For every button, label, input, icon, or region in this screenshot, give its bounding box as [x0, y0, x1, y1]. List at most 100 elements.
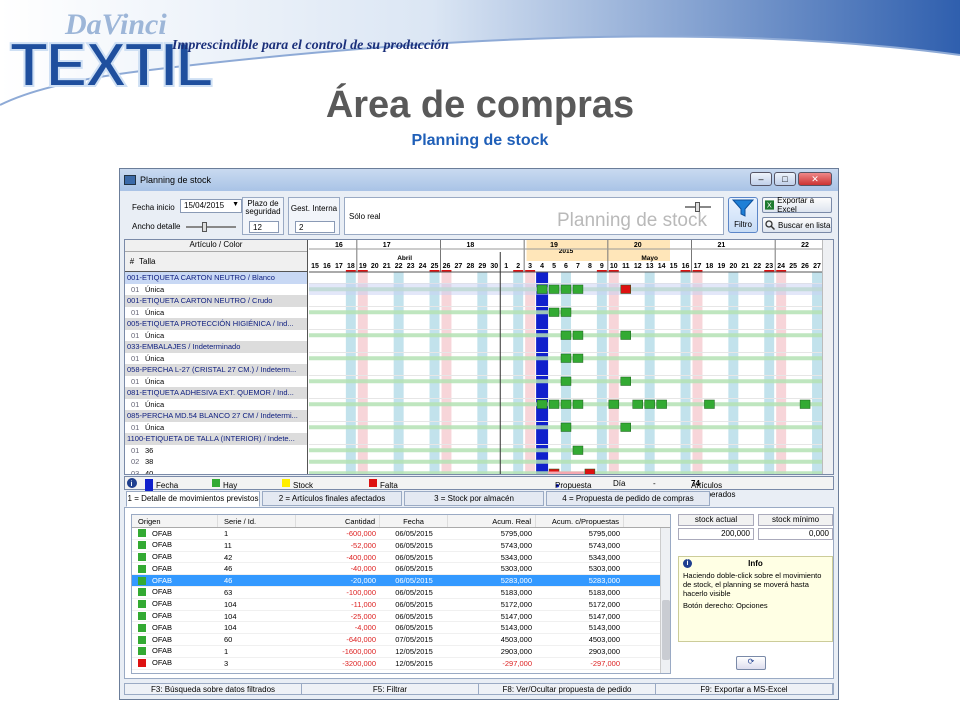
- movimiento-row[interactable]: OFAB 46 -20,000 06/05/2015 5283,000 5283,000: [132, 575, 670, 587]
- hay-stock-marker: [560, 376, 572, 386]
- week-label: 19: [550, 242, 558, 249]
- talla-row[interactable]: 01 Única: [125, 422, 307, 434]
- planning-chart[interactable]: 16 17 18 19 20 21 222015Abril Mayo15 16 17 18 19 20 2…: [309, 240, 823, 475]
- toolbar: Fecha inicio 15/04/2015 ▼ Ancho detalle P…: [124, 195, 834, 237]
- movimiento-row[interactable]: OFAB 1 -1600,000 12/05/2015 2903,000 2903,000: [132, 646, 670, 658]
- legend-fecha-actual: Fecha actual: [145, 479, 178, 499]
- minimize-button[interactable]: –: [750, 172, 772, 186]
- talla-row[interactable]: 01 Única: [125, 330, 307, 342]
- fkey-f3[interactable]: F3: Búsqueda sobre datos filtrados: [125, 684, 302, 694]
- article-row[interactable]: 001-ETIQUETA CARTON NEUTRO / Crudo: [125, 295, 307, 307]
- month-label: Mayo: [641, 255, 658, 262]
- hay-stock-marker: [548, 307, 560, 317]
- day-label: 27: [813, 263, 821, 270]
- day-label: 7: [576, 263, 580, 270]
- hay-stock-marker: [704, 399, 715, 409]
- fkey-f9[interactable]: F9: Exportar a MS-Excel: [656, 684, 833, 694]
- gest-interna-stepper[interactable]: 2: [295, 221, 335, 233]
- maximize-button[interactable]: □: [774, 172, 796, 186]
- origen-status-swatch: [138, 647, 146, 656]
- origen-status-swatch: [138, 552, 146, 561]
- day-label: 5: [552, 263, 556, 270]
- info-text: Haciendo doble-click sobre el movimiento…: [683, 571, 822, 598]
- day-label: 18: [706, 263, 714, 270]
- hay-stock-marker: [560, 284, 572, 294]
- movimiento-row[interactable]: OFAB 42 -400,000 06/05/2015 5343,000 5343,000: [132, 552, 670, 564]
- article-row[interactable]: 058-PERCHA L-27 (CRISTAL 27 CM.) / Indet…: [125, 364, 307, 376]
- article-row[interactable]: 081-ETIQUETA ADHESIVA EXT. QUEMOR / Ind.…: [125, 387, 307, 399]
- plazo-stepper[interactable]: 12: [249, 221, 279, 233]
- tab-detalle-movimientos[interactable]: 1 = Detalle de movimientos previstos: [126, 491, 260, 507]
- grid-scrollbar[interactable]: [822, 240, 833, 474]
- talla-row[interactable]: 01 Única: [125, 399, 307, 411]
- zoom-slider[interactable]: [685, 202, 711, 212]
- article-row[interactable]: 085-PERCHA MD.54 BLANCO 27 CM / Indeterm…: [125, 410, 307, 422]
- article-row[interactable]: 1100-ETIQUETA DE TALLA (INTERIOR) / Inde…: [125, 433, 307, 445]
- refresh-button[interactable]: ⟳: [736, 656, 766, 670]
- exportar-excel-button[interactable]: X Exportar a Excel: [762, 196, 832, 214]
- movimiento-row[interactable]: OFAB 11 -52,000 06/05/2015 5743,000 5743,000: [132, 540, 670, 552]
- day-label: 20: [371, 263, 379, 270]
- movimiento-row[interactable]: OFAB 46 -40,000 06/05/2015 5303,000 5303,000: [132, 563, 670, 576]
- day-label: 25: [789, 263, 797, 270]
- day-label: 13: [646, 263, 654, 270]
- day-label: 8: [588, 263, 592, 270]
- fkey-f8[interactable]: F8: Ver/Ocultar propuesta de pedido: [479, 684, 656, 694]
- movimiento-row[interactable]: OFAB 1 -600,000 06/05/2015 5795,000 5795,000: [132, 528, 670, 540]
- info-icon: i: [127, 478, 137, 490]
- hay-stock-marker: [608, 399, 620, 409]
- talla-row[interactable]: 01 Única: [125, 376, 307, 388]
- day-label: 25: [431, 263, 439, 270]
- tab-stock-almacen[interactable]: 3 = Stock por almacén: [404, 491, 544, 506]
- page-subtitle: Planning de stock: [411, 132, 549, 149]
- article-row[interactable]: 033-EMBALAJES / Indeterminado: [125, 341, 307, 353]
- origen-status-swatch: [138, 600, 146, 609]
- day-label: 26: [801, 263, 809, 270]
- talla-row[interactable]: 03 40: [125, 468, 307, 475]
- function-keys-bar: F3: Búsqueda sobre datos filtrados F5: F…: [124, 683, 834, 695]
- refresh-icon: ⟳: [747, 657, 755, 666]
- hay-stock-marker: [572, 445, 584, 455]
- fkey-f5[interactable]: F5: Filtrar: [302, 684, 479, 694]
- origen-status-swatch: [138, 576, 146, 585]
- movimiento-row[interactable]: OFAB 104 -25,000 06/05/2015 5147,000 5147,000: [132, 611, 670, 623]
- tab-propuesta-pedido[interactable]: 4 = Propuesta de pedido de compras: [546, 491, 710, 506]
- movimiento-row[interactable]: OFAB 63 -100,000 06/05/2015 5183,000 5183,000: [132, 587, 670, 599]
- ancho-detalle-slider[interactable]: [186, 222, 236, 232]
- day-label: 19: [359, 263, 367, 270]
- day-label: 3: [528, 263, 532, 270]
- talla-row[interactable]: 02 38: [125, 456, 307, 468]
- articulos-recuperados: Artículos recuperados 74: [691, 479, 736, 499]
- fecha-inicio-select[interactable]: 15/04/2015 ▼: [180, 199, 242, 213]
- window-titlebar[interactable]: Planning de stock – □ ✕: [120, 169, 838, 191]
- articulo-header: Artículo / Color: [125, 240, 307, 252]
- movimientos-scrollbar[interactable]: [660, 528, 670, 673]
- origen-status-swatch: [138, 623, 146, 632]
- app-icon: [124, 175, 136, 185]
- hay-stock-marker: [572, 399, 584, 409]
- tab-articulos-finales[interactable]: 2 = Artículos finales afectados: [262, 491, 402, 506]
- hay-stock-marker: [536, 399, 548, 409]
- buscar-lista-button[interactable]: Buscar en lista: [762, 217, 832, 233]
- legend-hay-stock: Hay stock: [212, 479, 242, 499]
- movimiento-row[interactable]: OFAB 104 -11,000 06/05/2015 5172,000 5172,000: [132, 599, 670, 611]
- hay-stock-marker: [560, 353, 572, 363]
- row-labels: 001-ETIQUETA CARTON NEUTRO / Blanco 01 Úni…: [125, 272, 307, 475]
- talla-row[interactable]: 01 Única: [125, 284, 307, 296]
- close-button[interactable]: ✕: [798, 172, 832, 186]
- movimiento-row[interactable]: OFAB 104 -4,000 06/05/2015 5143,000 5143,000: [132, 622, 670, 635]
- day-label: 12: [634, 263, 642, 270]
- day-label: 23: [765, 263, 773, 270]
- filtro-button[interactable]: Filtro: [728, 197, 758, 233]
- movimiento-row[interactable]: OFAB 60 -640,000 07/05/2015 4503,000 4503,000: [132, 634, 670, 646]
- movimiento-row[interactable]: OFAB 3 -3200,000 12/05/2015 -297,000 -297,000: [132, 658, 670, 670]
- article-row[interactable]: 001-ETIQUETA CARTON NEUTRO / Blanco: [125, 272, 307, 284]
- talla-row[interactable]: 01 36: [125, 445, 307, 457]
- detail-panel: Origen Serie / Id. Cantidad Fecha Acum. …: [124, 507, 834, 679]
- talla-row[interactable]: 01 Única: [125, 353, 307, 365]
- talla-row[interactable]: 01 Única: [125, 307, 307, 319]
- movimientos-header: Origen Serie / Id. Cantidad Fecha Acum. …: [132, 515, 670, 528]
- article-row[interactable]: 005-ETIQUETA PROTECCIÓN HIGIÉNICA / Ind.…: [125, 318, 307, 330]
- day-label: 18: [347, 263, 355, 270]
- window-title: Planning de stock: [140, 175, 212, 185]
